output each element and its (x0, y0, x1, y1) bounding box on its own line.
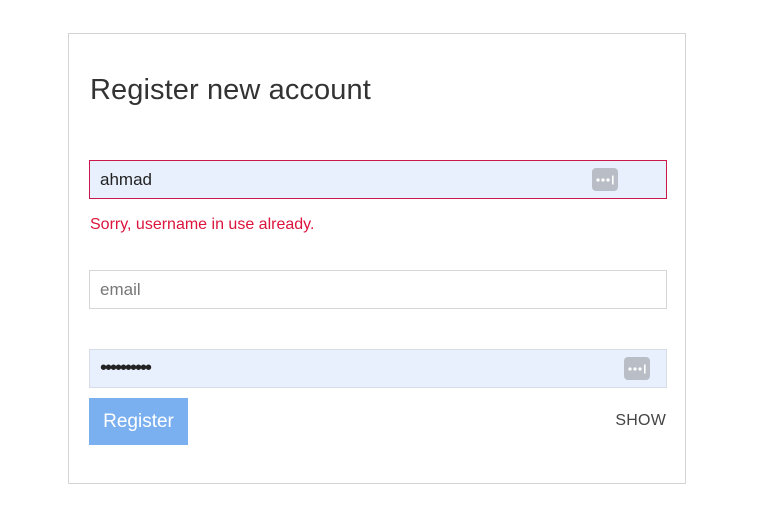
register-button[interactable]: Register (89, 398, 188, 445)
username-error-message: Sorry, username in use already. (90, 216, 315, 233)
username-field[interactable] (89, 160, 667, 199)
password-field[interactable] (89, 349, 667, 388)
email-field[interactable] (89, 270, 667, 309)
show-password-toggle[interactable]: SHOW (615, 412, 666, 430)
password-manager-key-icon[interactable] (624, 357, 650, 380)
email-input[interactable] (90, 271, 666, 308)
password-input[interactable] (90, 350, 666, 387)
username-input[interactable] (90, 161, 666, 198)
register-card: Register new account Sorry, username in … (68, 33, 686, 484)
page-title: Register new account (90, 74, 371, 106)
password-manager-key-icon[interactable] (592, 168, 618, 191)
